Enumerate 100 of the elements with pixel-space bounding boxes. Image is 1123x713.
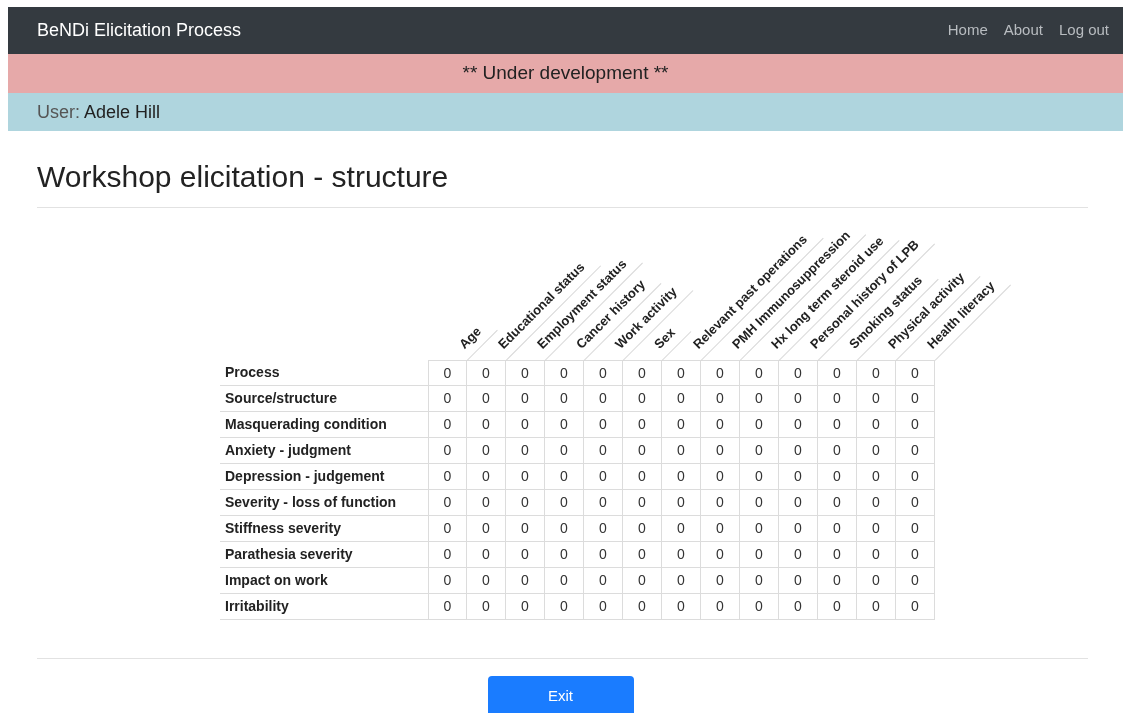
table-cell: 0 — [584, 516, 623, 541]
table-cell: 0 — [701, 568, 740, 593]
user-name: Adele Hill — [84, 100, 161, 124]
table-cell: 0 — [779, 464, 818, 489]
table-cell: 0 — [428, 490, 467, 515]
table-cell: 0 — [857, 386, 896, 411]
table-cell: 0 — [857, 360, 896, 385]
row-header: Masquerading condition — [224, 415, 388, 434]
table-cell: 0 — [545, 542, 584, 567]
table-cell: 0 — [896, 412, 935, 437]
table-cell: 0 — [701, 594, 740, 619]
table-cell: 0 — [701, 412, 740, 437]
table-cell: 0 — [428, 594, 467, 619]
table-cell: 0 — [779, 516, 818, 541]
table-cell: 0 — [467, 542, 506, 567]
user-label: User: — [37, 100, 80, 124]
table-cell: 0 — [467, 412, 506, 437]
nav-link[interactable]: About — [1003, 19, 1043, 42]
table-cell: 0 — [467, 516, 506, 541]
table-cell: 0 — [506, 490, 545, 515]
table-cell: 0 — [701, 386, 740, 411]
table-cell: 0 — [662, 438, 701, 463]
row-header: Impact on work — [224, 571, 329, 590]
table-cell: 0 — [584, 542, 623, 567]
row-header: Source/structure — [224, 389, 339, 408]
table-cell: 0 — [896, 438, 935, 463]
table-cell: 0 — [701, 438, 740, 463]
table-cell: 0 — [623, 490, 662, 515]
table-cell: 0 — [896, 568, 935, 593]
table-cell: 0 — [623, 464, 662, 489]
row-header: Anxiety - judgment — [224, 441, 352, 460]
table-cell: 0 — [818, 464, 857, 489]
exit-button[interactable]: Exit — [487, 676, 634, 713]
table-cell: 0 — [896, 386, 935, 411]
table-cell: 0 — [545, 594, 584, 619]
table-cell: 0 — [779, 568, 818, 593]
table-cell: 0 — [584, 464, 623, 489]
nav-link[interactable]: Log out — [1058, 19, 1109, 42]
table-cell: 0 — [623, 516, 662, 541]
table-cell: 0 — [701, 542, 740, 567]
table-cell: 0 — [545, 464, 584, 489]
table-cell: 0 — [740, 542, 779, 567]
table-cell: 0 — [896, 464, 935, 489]
table-cell: 0 — [623, 386, 662, 411]
table-cell: 0 — [506, 386, 545, 411]
table-cell: 0 — [740, 464, 779, 489]
table-cell: 0 — [584, 438, 623, 463]
table-cell: 0 — [701, 360, 740, 385]
table-cell: 0 — [545, 412, 584, 437]
table-cell: 0 — [857, 568, 896, 593]
table-cell: 0 — [467, 490, 506, 515]
table-cell: 0 — [740, 360, 779, 385]
table-cell: 0 — [818, 360, 857, 385]
table-cell: 0 — [506, 438, 545, 463]
table-cell: 0 — [545, 360, 584, 385]
table-cell: 0 — [701, 516, 740, 541]
table-cell: 0 — [467, 386, 506, 411]
table-cell: 0 — [896, 516, 935, 541]
table-cell: 0 — [545, 490, 584, 515]
table-cell: 0 — [779, 386, 818, 411]
table-cell: 0 — [545, 386, 584, 411]
page-title: Workshop elicitation - structure — [37, 159, 450, 195]
table-cell: 0 — [818, 386, 857, 411]
table-cell: 0 — [662, 594, 701, 619]
table-cell: 0 — [857, 490, 896, 515]
table-cell: 0 — [857, 438, 896, 463]
table-cell: 0 — [857, 594, 896, 619]
table-cell: 0 — [545, 516, 584, 541]
table-cell: 0 — [896, 490, 935, 515]
table-cell: 0 — [740, 594, 779, 619]
table-cell: 0 — [467, 464, 506, 489]
table-cell: 0 — [818, 594, 857, 619]
table-cell: 0 — [818, 568, 857, 593]
table-cell: 0 — [896, 542, 935, 567]
table-cell: 0 — [506, 412, 545, 437]
row-header: Irritability — [224, 597, 290, 616]
table-cell: 0 — [818, 516, 857, 541]
table-cell: 0 — [740, 386, 779, 411]
table-cell: 0 — [506, 516, 545, 541]
table-cell: 0 — [467, 568, 506, 593]
table-cell: 0 — [662, 568, 701, 593]
table-cell: 0 — [662, 464, 701, 489]
table-cell: 0 — [623, 412, 662, 437]
table-cell: 0 — [623, 438, 662, 463]
row-header: Severity - loss of function — [224, 493, 398, 512]
nav-link[interactable]: Home — [947, 19, 988, 42]
table-cell: 0 — [428, 360, 467, 385]
table-cell: 0 — [818, 438, 857, 463]
table-cell: 0 — [584, 412, 623, 437]
table-cell: 0 — [857, 516, 896, 541]
brand-title[interactable]: BeNDi Elicitation Process — [37, 17, 242, 44]
table-cell: 0 — [779, 438, 818, 463]
table-cell: 0 — [584, 360, 623, 385]
table-cell: 0 — [506, 360, 545, 385]
development-banner: ** Under development ** — [8, 54, 1123, 93]
table-cell: 0 — [506, 542, 545, 567]
table-cell: 0 — [506, 464, 545, 489]
table-cell: 0 — [584, 568, 623, 593]
table-cell: 0 — [662, 412, 701, 437]
table-cell: 0 — [428, 412, 467, 437]
